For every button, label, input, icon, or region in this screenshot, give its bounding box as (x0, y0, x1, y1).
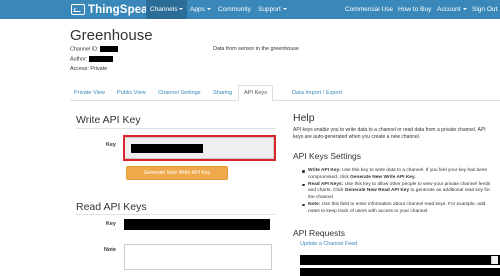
channel-title: Greenhouse (70, 27, 153, 44)
nav-channels[interactable]: Channels (146, 0, 188, 19)
channel-author: Author: (70, 56, 113, 62)
tab-public-view[interactable]: Public View (117, 86, 146, 100)
nav-commercial-use[interactable]: Commercial Use (345, 0, 393, 19)
note-textarea[interactable] (124, 244, 272, 270)
help-intro: API keys enable you to write data to a c… (293, 127, 486, 140)
thingspeak-logo-icon (71, 4, 85, 15)
divider (76, 128, 276, 129)
read-key-label: Key (106, 221, 116, 227)
write-api-key-heading: Write API Key (76, 114, 141, 126)
api-requests-heading: API Requests (293, 228, 345, 238)
nav-how-to-buy[interactable]: How to Buy (398, 0, 431, 19)
chevron-down-icon (206, 8, 211, 11)
help-heading: Help (293, 112, 315, 124)
nav-community[interactable]: Community (218, 0, 251, 19)
update-channel-feed-link[interactable]: Update a Channel Feed (300, 241, 357, 247)
redacted-author (88, 56, 113, 62)
note-label: Note (104, 247, 116, 253)
tab-private-view[interactable]: Private View (74, 86, 105, 100)
redacted-request-url (300, 268, 500, 276)
top-navbar: ThingSpeak™ Channels Apps Community Supp… (0, 0, 500, 19)
nav-sign-out[interactable]: Sign Out (472, 0, 497, 19)
read-api-keys-heading: Read API Keys (76, 201, 147, 213)
nav-account[interactable]: Account (437, 0, 467, 19)
channel-tabs: Private View Public View Channel Setting… (70, 85, 500, 101)
nav-apps[interactable]: Apps (190, 0, 211, 19)
chevron-down-icon (282, 8, 287, 11)
list-item: Read API Keys: Use this key to allow oth… (300, 182, 495, 202)
generate-write-key-button[interactable]: Generate New Write API Key (126, 166, 228, 180)
list-item: Write API Key: Use this key to write dat… (300, 168, 495, 181)
tab-channel-settings[interactable]: Channel Settings (158, 86, 201, 100)
tab-data-import-export[interactable]: Data Import / Export (292, 86, 342, 100)
channel-description: Data from sensor in the greenhouse (213, 46, 300, 52)
horizontal-scrollbar[interactable] (491, 256, 498, 264)
nav-support[interactable]: Support (258, 0, 287, 19)
tab-api-keys[interactable]: API Keys (238, 85, 274, 101)
channel-id: Channel ID: (70, 46, 118, 52)
redacted-channel-id (99, 46, 118, 52)
channel-access: Access: Private (70, 66, 108, 72)
help-bullet-list: Write API Key: Use this key to write dat… (300, 168, 495, 216)
divider (76, 214, 276, 215)
list-item: Note: Use this field to enter informatio… (300, 202, 495, 215)
tab-sharing[interactable]: Sharing (213, 86, 232, 100)
write-key-label: Key (106, 142, 116, 148)
highlight-box (123, 135, 276, 161)
chevron-down-icon (462, 8, 467, 11)
read-api-key-field[interactable] (124, 219, 270, 230)
api-keys-settings-heading: API Keys Settings (293, 151, 362, 161)
redacted-request-url (300, 255, 500, 265)
chevron-down-icon (179, 8, 184, 11)
